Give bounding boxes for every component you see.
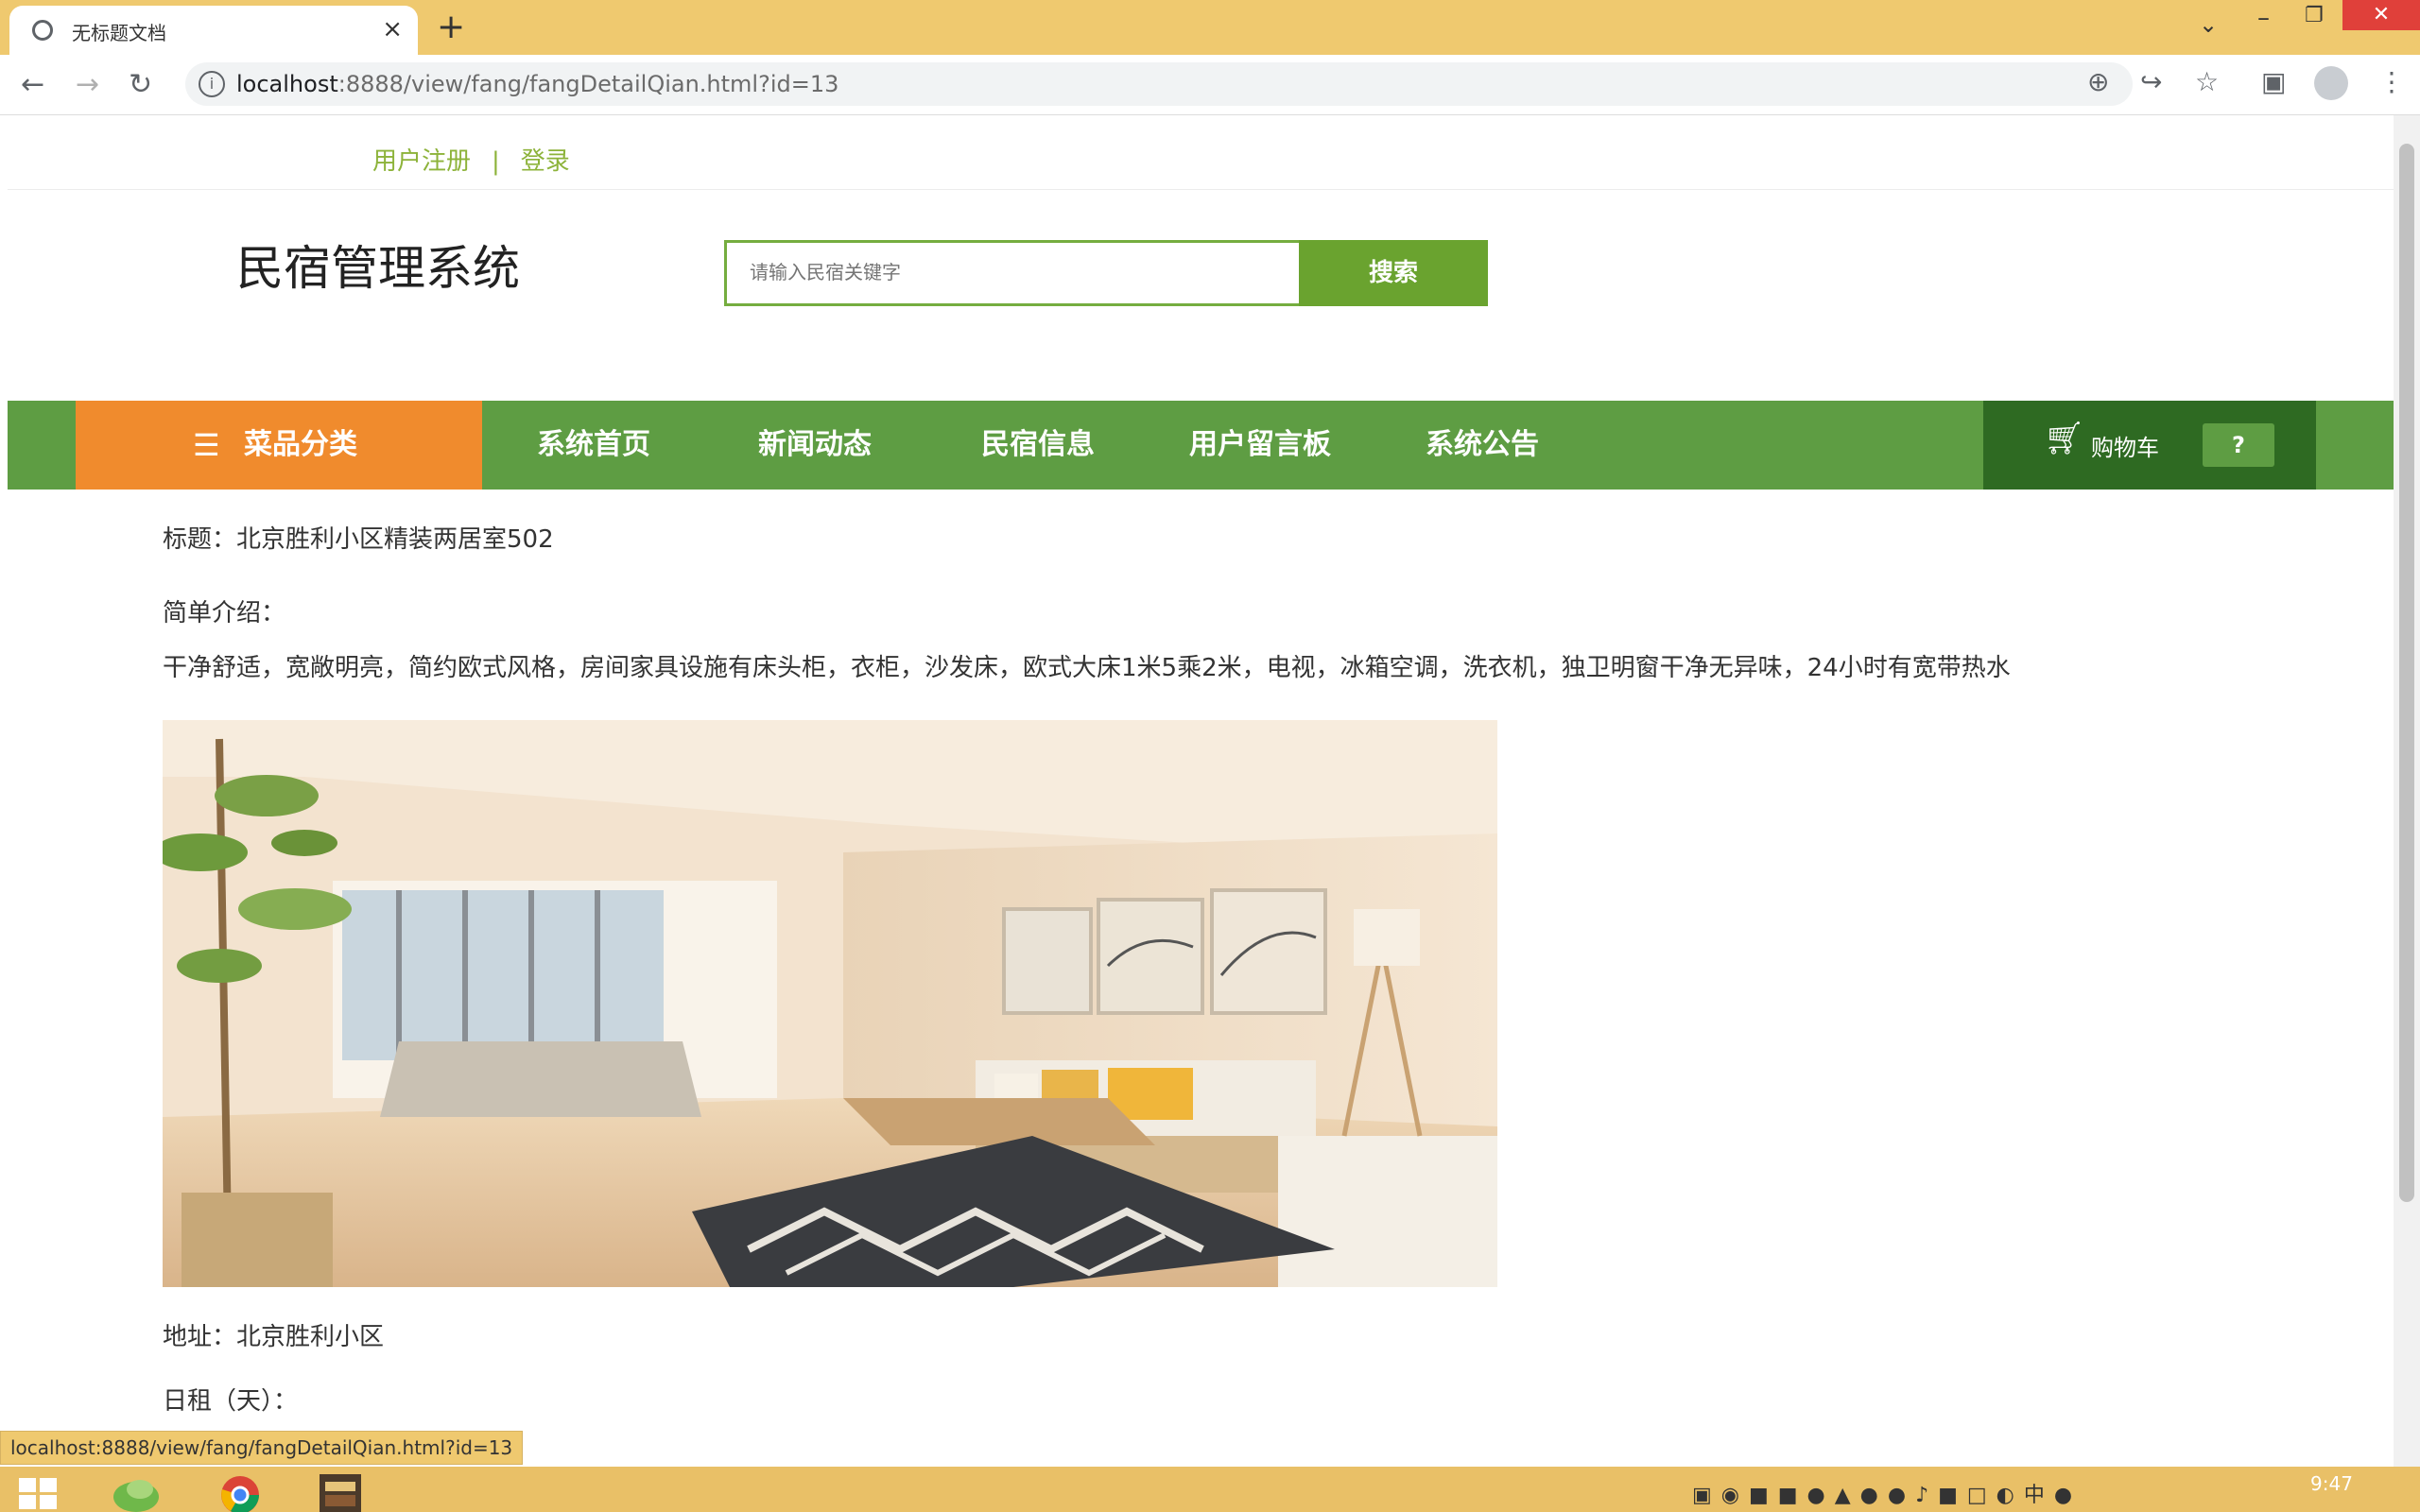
listing-photo [163, 720, 1497, 1287]
cart-label: 购物车 [2091, 435, 2159, 461]
os-taskbar: ▣◉■■●▲●●♪■□◐中● 9:47 [0, 1467, 2420, 1512]
new-tab-button[interactable]: + [437, 8, 465, 46]
browser-tab[interactable]: 无标题文档 × [9, 6, 418, 55]
minimize-icon[interactable]: – [2257, 4, 2270, 32]
login-link[interactable]: 登录 [521, 147, 570, 176]
globe-icon [32, 20, 53, 41]
cart-icon: 🛒︎ [2044, 420, 2085, 457]
taskbar-clock[interactable]: 9:47 [2310, 1472, 2353, 1495]
zoom-icon[interactable]: ⊕ [2087, 66, 2109, 97]
forward-arrow-icon[interactable]: → [76, 68, 99, 101]
share-icon[interactable]: ↪ [2140, 66, 2162, 97]
page-content: 用户注册 | 登录 民宿管理系统 搜索 ☰ 菜品分类 系统首页 新闻动态 民宿信息 … [8, 115, 2394, 1467]
intro-text: 干净舒适，宽敞明亮，简约欧式风格，房间家具设施有床头柜，衣柜，沙发床，欧式大床1… [163, 654, 2011, 682]
system-tray[interactable]: ▣◉■■●▲●●♪■□◐中● [1692, 1478, 2082, 1508]
url-text: localhost:8888/view/fang/fangDetailQian.… [236, 71, 839, 97]
restore-window-icon[interactable]: ❐ [2305, 4, 2324, 27]
file-explorer-app-icon[interactable] [102, 1469, 170, 1512]
tab-search-chevron-icon[interactable]: ⌄ [2199, 11, 2218, 38]
intro-heading: 简单介绍： [163, 599, 286, 627]
daily-rent-label: 日租（天）： [163, 1387, 299, 1416]
nav-item-home[interactable]: 系统首页 [537, 401, 650, 490]
nav-item-announcements[interactable]: 系统公告 [1426, 401, 1539, 490]
category-label: 菜品分类 [244, 428, 357, 461]
cart-button[interactable]: 🛒︎ 购物车 ? [1983, 401, 2316, 490]
divider [8, 189, 2394, 190]
browser-tab-bar: 无标题文档 × + ⌄ – ❐ ✕ [0, 0, 2420, 55]
top-links: 用户注册 | 登录 [372, 142, 570, 177]
link-separator: | [492, 147, 500, 176]
site-info-icon[interactable]: i [199, 71, 225, 97]
browser-toolbar: ← → ↻ i localhost:8888/view/fang/fangDet… [0, 55, 2420, 115]
close-window-icon[interactable]: ✕ [2342, 0, 2420, 30]
kebab-menu-icon[interactable]: ⋮ [2378, 66, 2405, 97]
profile-avatar-icon[interactable] [2314, 66, 2348, 100]
cart-count-badge: ? [2203, 423, 2274, 467]
tab-title: 无标题文档 [72, 22, 166, 44]
category-menu-button[interactable]: ☰ 菜品分类 [76, 401, 482, 490]
page-scrollbar[interactable] [2394, 115, 2420, 1467]
reload-icon[interactable]: ↻ [129, 68, 152, 101]
search-input[interactable] [727, 243, 1304, 303]
search-box [724, 240, 1306, 306]
windows-start-icon[interactable] [15, 1474, 60, 1512]
search-button[interactable]: 搜索 [1299, 240, 1488, 306]
register-link[interactable]: 用户注册 [372, 147, 471, 176]
back-arrow-icon[interactable]: ← [21, 68, 44, 101]
site-title: 民宿管理系统 [236, 241, 520, 296]
close-tab-icon[interactable]: × [382, 15, 403, 43]
nav-item-message-board[interactable]: 用户留言板 [1189, 401, 1331, 490]
address-bar[interactable]: i localhost:8888/view/fang/fangDetailQia… [185, 62, 2133, 106]
game-app-icon[interactable] [306, 1469, 374, 1512]
listing-title: 标题：北京胜利小区精装两居室502 [163, 525, 554, 554]
chrome-app-icon[interactable] [206, 1469, 274, 1512]
status-bar-url: localhost:8888/view/fang/fangDetailQian.… [0, 1431, 524, 1465]
scrollbar-thumb[interactable] [2399, 144, 2414, 1202]
side-panel-icon[interactable]: ▣ [2261, 66, 2286, 97]
address-text: 地址：北京胜利小区 [163, 1323, 385, 1351]
star-icon[interactable]: ☆ [2195, 66, 2219, 97]
nav-item-homestay-info[interactable]: 民宿信息 [981, 401, 1095, 490]
list-icon: ☰ [193, 427, 220, 463]
nav-item-news[interactable]: 新闻动态 [758, 401, 872, 490]
main-navbar: ☰ 菜品分类 系统首页 新闻动态 民宿信息 用户留言板 系统公告 🛒︎ 购物车 … [8, 401, 2394, 490]
